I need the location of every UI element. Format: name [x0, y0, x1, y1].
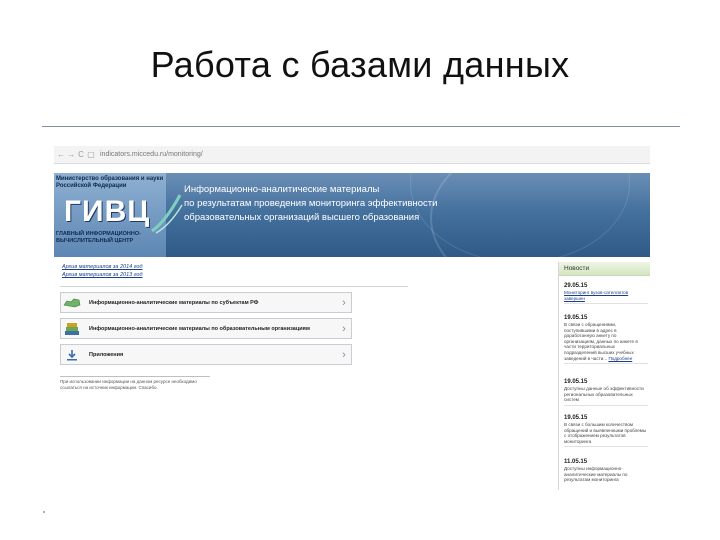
center-name: ГЛАВНЫЙ ИНФОРМАЦИОННО-ВЫЧИСЛИТЕЛЬНЫЙ ЦЕН… [56, 231, 141, 244]
website-screenshot: ← → C ▢ indicators.miccedu.ru/monitoring… [54, 146, 650, 492]
slide-title: Работа с базами данных [150, 44, 570, 85]
ministry-name: Министерство образования и науки Российс… [56, 176, 164, 189]
headline-line-3: образовательных организаций высшего обра… [184, 212, 420, 223]
news-item: 11.05.15 Доступны информационно-аналитич… [564, 458, 648, 483]
map-icon [61, 293, 83, 312]
archive-link-2013[interactable]: Архив материалов за 2013 год [62, 272, 143, 278]
news-text: Доступны информационно-аналитические мат… [564, 466, 628, 483]
news-date: 11.05.15 [564, 459, 588, 465]
menu-item-label: Информационно-аналитические материалы по… [89, 325, 310, 332]
news-date: 19.05.15 [564, 315, 588, 321]
swoosh-logo-icon [151, 194, 183, 234]
usage-footnote: При использовании информации на данном р… [60, 376, 210, 391]
news-text: В связи с обращениями, поступившими в ад… [564, 322, 648, 361]
news-text: В связи с большим количеством обращений … [564, 422, 647, 444]
slide-marker [43, 511, 45, 513]
chevron-right-icon: › [342, 348, 346, 361]
read-more-link[interactable]: Подробнее [608, 356, 632, 361]
address-bar[interactable]: indicators.miccedu.ru/monitoring/ [100, 151, 203, 158]
news-date: 29.05.15 [564, 283, 588, 289]
content-divider [60, 286, 408, 287]
back-button[interactable]: ← [56, 150, 66, 159]
news-link[interactable]: Мониторинг вузов-сателлитов завершен [564, 290, 648, 301]
menu-item-organizations[interactable]: Информационно-аналитические материалы по… [60, 318, 352, 339]
news-separator [564, 446, 648, 448]
menu-item-regions[interactable]: Информационно-аналитические материалы по… [60, 292, 352, 313]
news-date: 19.05.15 [564, 379, 588, 385]
site-header-banner: Министерство образования и науки Российс… [54, 173, 650, 257]
news-title: Новости [559, 262, 650, 276]
news-item: 19.05.15 Доступны данные об эффективност… [564, 378, 648, 406]
news-date: 19.05.15 [564, 415, 588, 421]
news-separator [564, 363, 648, 365]
news-separator [564, 303, 648, 305]
reload-button[interactable]: C [76, 150, 86, 159]
title-divider [42, 126, 680, 127]
browser-toolbar: ← → C ▢ indicators.miccedu.ru/monitoring… [54, 146, 650, 164]
chevron-right-icon: › [342, 322, 346, 335]
news-item: 29.05.15 Мониторинг вузов-сателлитов зав… [564, 282, 648, 305]
news-item: 19.05.15 В связи с большим количеством о… [564, 414, 648, 448]
download-icon [61, 345, 83, 364]
menu-item-label: Приложения [89, 351, 124, 358]
banner-headline: Информационно-аналитические материалы по… [184, 183, 484, 225]
news-separator [564, 404, 648, 406]
menu-item-appendices[interactable]: Приложения › [60, 344, 352, 365]
page-icon: ▢ [87, 150, 95, 159]
menu-item-label: Информационно-аналитические материалы по… [89, 299, 259, 306]
news-item: 19.05.15 В связи с обращениями, поступив… [564, 314, 648, 365]
gits-logo: ГИВЦ [64, 195, 151, 228]
headline-line-1: Информационно-аналитические материалы [184, 184, 380, 195]
headline-line-2: по результатам проведения мониторинга эф… [184, 198, 438, 209]
chevron-right-icon: › [342, 296, 346, 309]
news-sidebar: Новости 29.05.15 Мониторинг вузов-сателл… [558, 262, 650, 490]
forward-button[interactable]: → [66, 150, 76, 159]
news-text: Доступны данные об эффективности региона… [564, 386, 644, 403]
books-icon [61, 319, 83, 338]
archive-link-2014[interactable]: Архив материалов за 2014 год [62, 264, 143, 270]
